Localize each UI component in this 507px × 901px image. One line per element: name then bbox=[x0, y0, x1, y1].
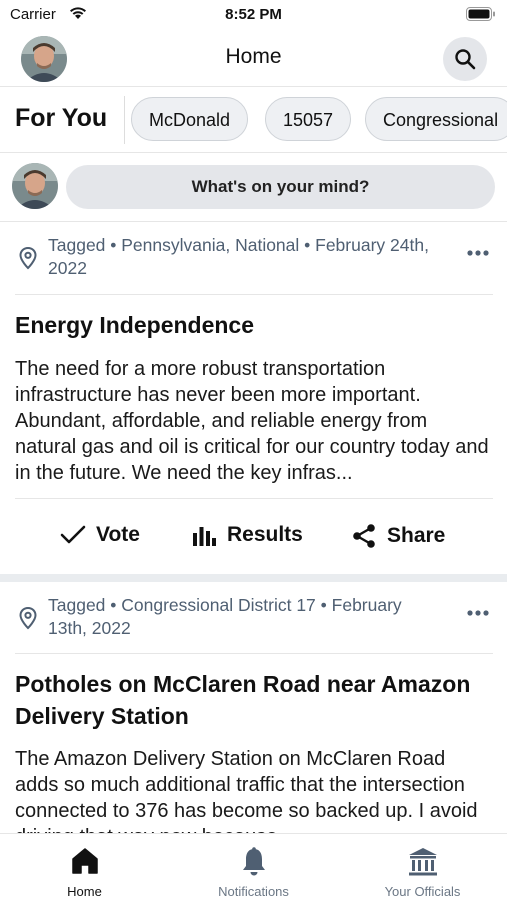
more-options-icon[interactable] bbox=[466, 244, 490, 262]
tab-your-officials-label: Your Officials bbox=[384, 884, 461, 899]
post-tag-meta: Tagged • Pennsylvania, National • Februa… bbox=[48, 235, 429, 278]
checkmark-icon bbox=[60, 525, 86, 544]
bar-chart-icon bbox=[193, 527, 216, 546]
post-body[interactable]: The need for a more robust transportatio… bbox=[15, 356, 493, 486]
divider bbox=[15, 498, 493, 499]
divider bbox=[124, 96, 125, 144]
share-icon bbox=[353, 524, 375, 548]
topic-chip-congressional[interactable]: Congressional bbox=[365, 97, 507, 141]
topic-chip-15057[interactable]: 15057 bbox=[265, 97, 352, 141]
tab-your-officials[interactable]: Your Officials bbox=[338, 834, 507, 901]
bottom-tab-bar: Home Notifications Your Officials bbox=[0, 833, 507, 901]
vote-label: Vote bbox=[96, 523, 140, 546]
share-label: Share bbox=[387, 524, 446, 547]
results-button[interactable]: Results bbox=[191, 523, 303, 547]
post-tag-meta: Tagged • Congressional District 17 • Feb… bbox=[48, 595, 402, 638]
results-label: Results bbox=[227, 523, 303, 546]
vote-button[interactable]: Vote bbox=[60, 523, 140, 547]
post-card: Tagged • Pennsylvania, National • Februa… bbox=[0, 222, 507, 574]
post-composer: What's on your mind? bbox=[0, 153, 507, 222]
clock: 8:52 PM bbox=[225, 6, 282, 23]
topic-chip-mcdonald[interactable]: McDonald bbox=[131, 97, 249, 141]
topic-filter-row: For You McDonald 15057 Congressional bbox=[0, 88, 507, 153]
bell-icon bbox=[242, 847, 265, 876]
for-you-heading: For You bbox=[15, 104, 108, 132]
top-navigation-bar: Home bbox=[0, 34, 507, 87]
tab-home[interactable]: Home bbox=[0, 834, 169, 901]
location-pin-icon bbox=[18, 606, 38, 635]
more-options-icon[interactable] bbox=[466, 604, 490, 622]
post-card: Tagged • Congressional District 17 • Feb… bbox=[0, 582, 507, 833]
home-icon bbox=[71, 848, 98, 874]
search-button[interactable] bbox=[443, 37, 487, 81]
divider bbox=[15, 653, 493, 654]
capitol-icon bbox=[408, 848, 437, 876]
tab-notifications[interactable]: Notifications bbox=[169, 834, 338, 901]
page-title: Home bbox=[225, 45, 282, 68]
battery-icon bbox=[466, 7, 496, 26]
whats-on-your-mind-button[interactable]: What's on your mind? bbox=[66, 165, 495, 209]
composer-avatar bbox=[12, 163, 58, 209]
tab-notifications-label: Notifications bbox=[218, 884, 289, 899]
divider bbox=[15, 294, 493, 295]
post-body[interactable]: The Amazon Delivery Station on McClaren … bbox=[15, 746, 493, 833]
post-title[interactable]: Potholes on McClaren Road near Amazon De… bbox=[15, 668, 485, 732]
post-separator bbox=[0, 574, 507, 582]
post-title[interactable]: Energy Independence bbox=[15, 309, 485, 341]
tab-home-label: Home bbox=[67, 884, 102, 899]
search-icon bbox=[455, 49, 476, 70]
location-pin-icon bbox=[18, 246, 38, 275]
share-button[interactable]: Share bbox=[351, 523, 445, 549]
status-bar: Carrier 8:52 PM bbox=[0, 0, 507, 30]
